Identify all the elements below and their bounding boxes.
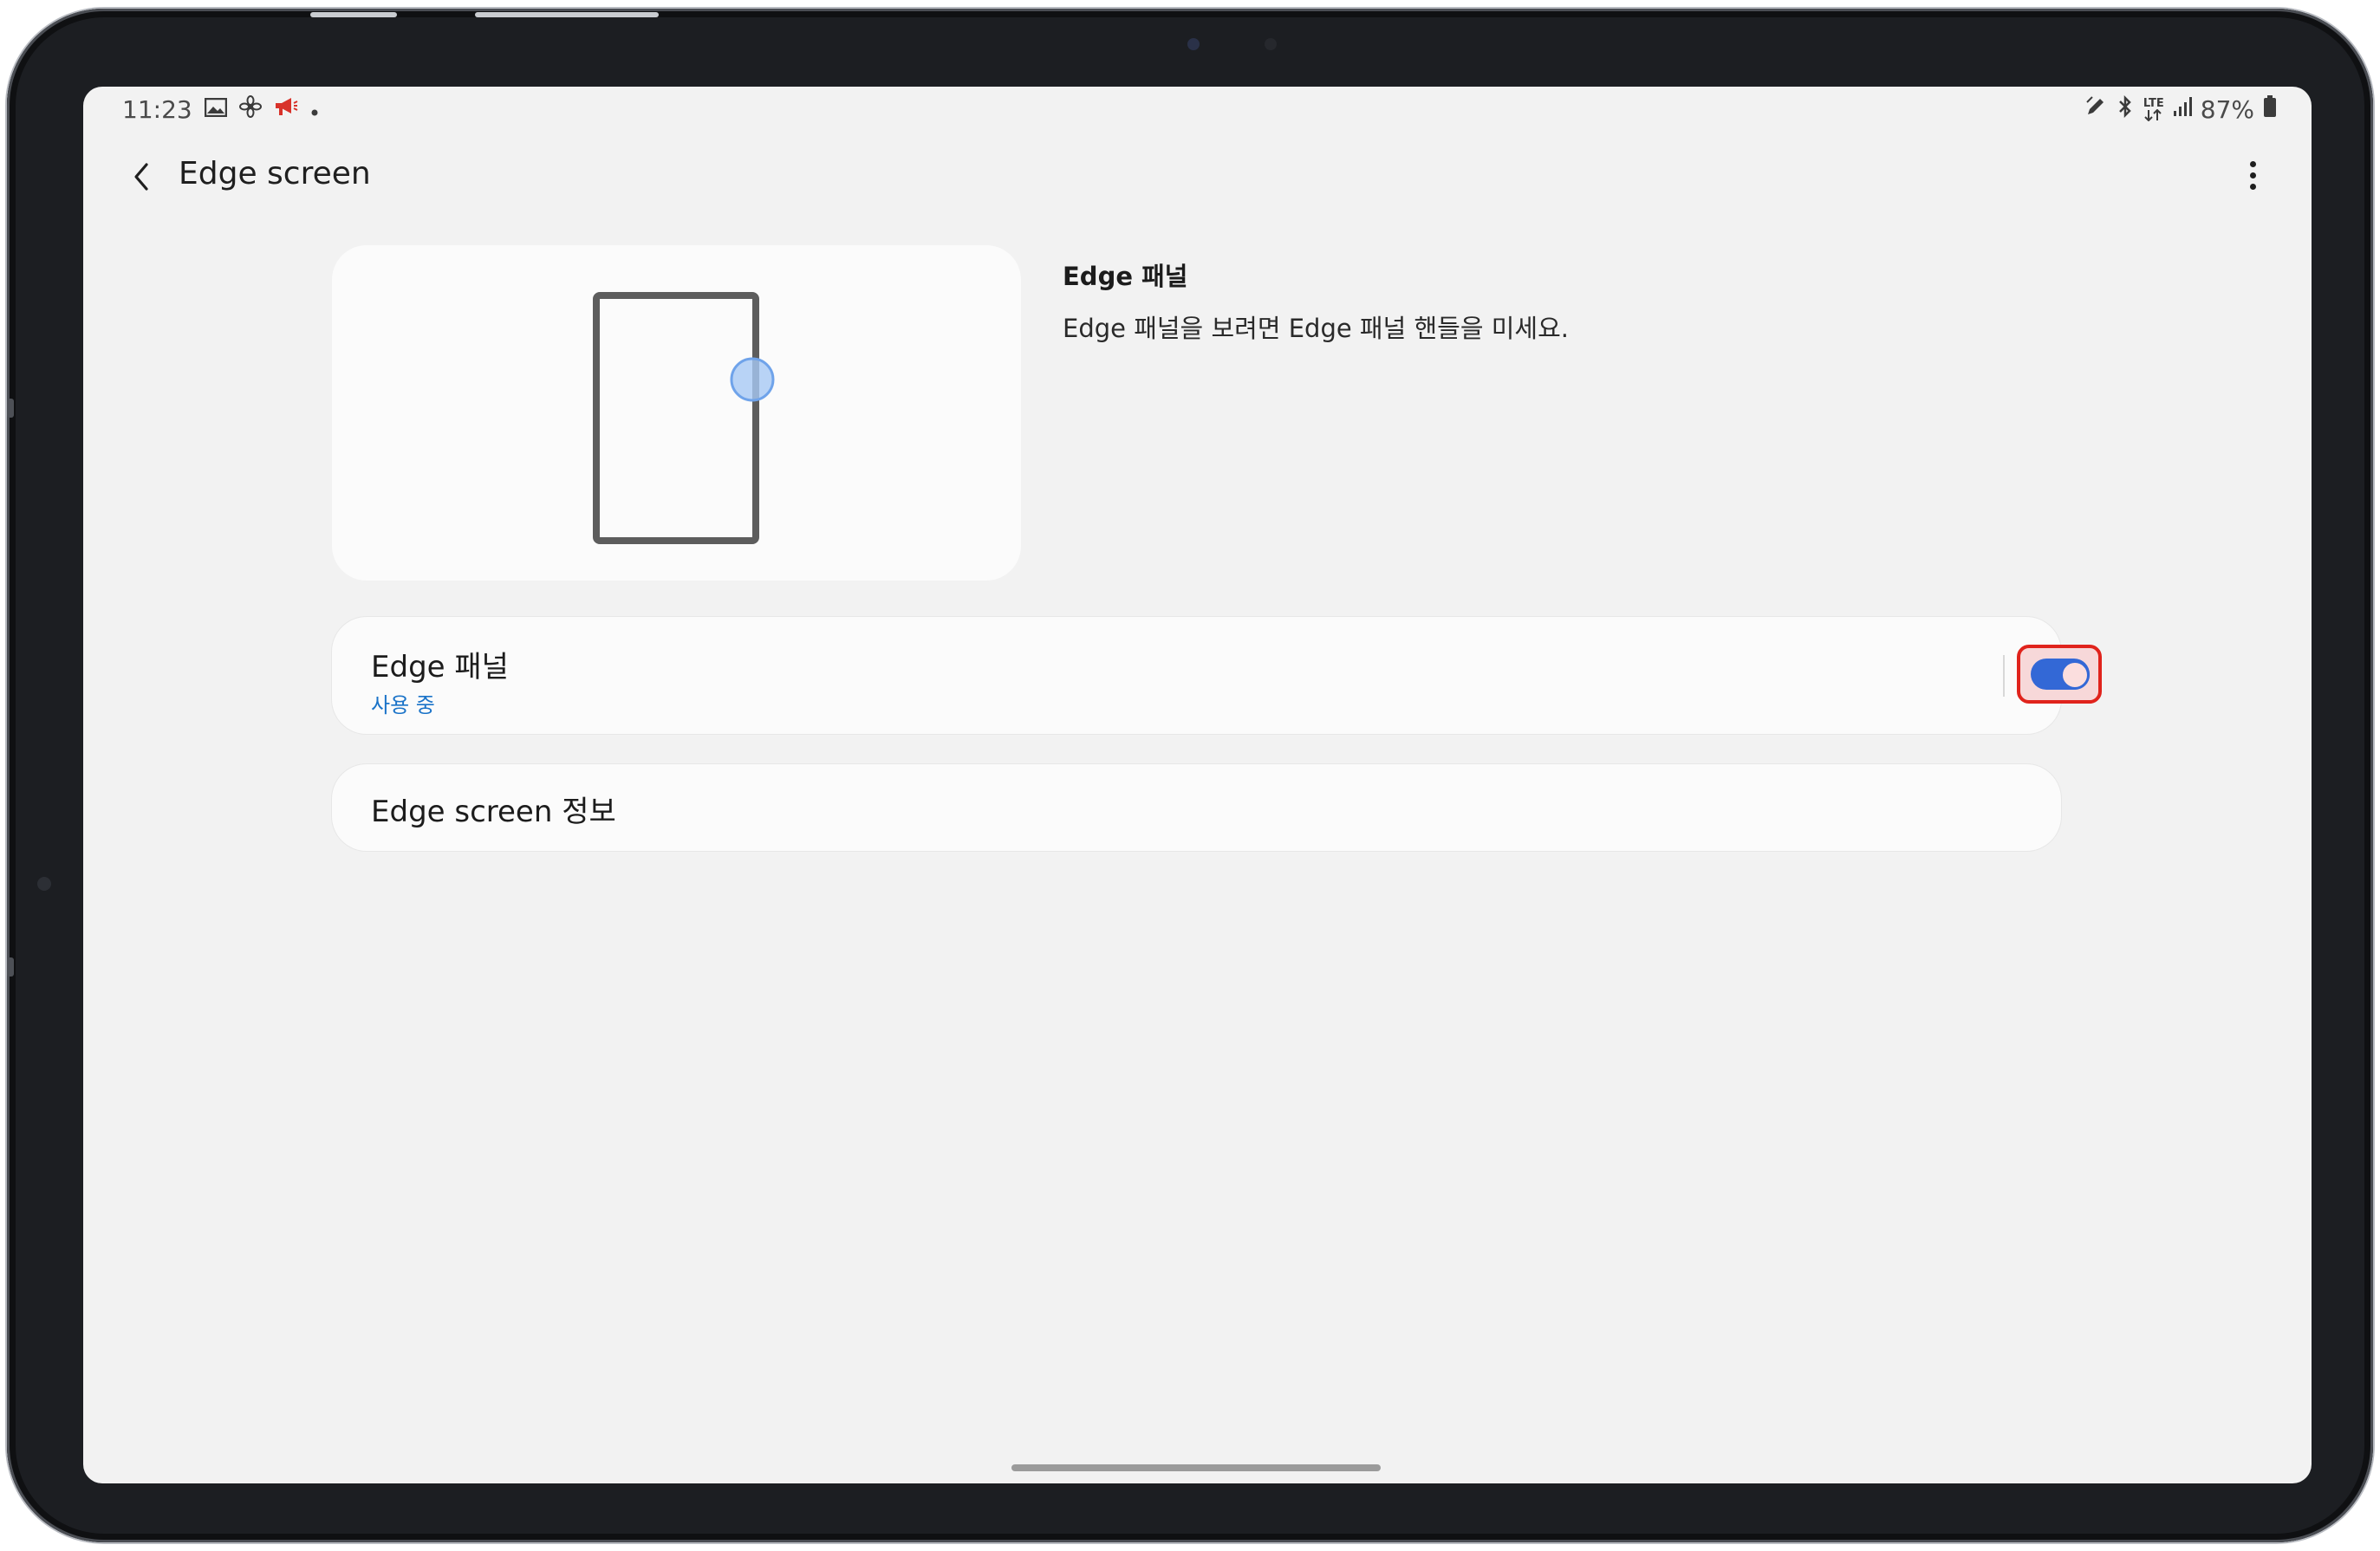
page-title: Edge screen [179, 156, 371, 191]
edge-panel-description: Edge 패널 Edge 패널을 보려면 Edge 패널 핸들을 미세요. [1063, 256, 1569, 345]
divider [2003, 655, 2005, 697]
home-indicator[interactable] [1011, 1464, 1381, 1471]
lte-label: LTE [2143, 97, 2164, 110]
screen: 11:23 LTE 87% Edge screen Edge 패널 Edge 패… [83, 87, 2312, 1483]
battery-percent: 87% [2200, 95, 2254, 124]
fan-icon [238, 95, 262, 124]
side-notch [7, 957, 14, 977]
pen-icon [2084, 95, 2107, 124]
power-button [310, 12, 397, 17]
edge-handle [730, 357, 775, 402]
signal-icon [2173, 96, 2192, 123]
lte-icon: LTE [2143, 98, 2164, 121]
toggle-knob [2060, 660, 2090, 690]
megaphone-icon [274, 95, 298, 124]
status-bar: 11:23 LTE 87% [83, 87, 2312, 132]
edge-screen-info-row[interactable]: Edge screen 정보 [332, 764, 2061, 851]
side-sensor [37, 877, 51, 891]
edge-panel-toggle[interactable] [2031, 659, 2090, 690]
edge-panel-toggle-highlight [2017, 645, 2102, 704]
tablet-frame: 11:23 LTE 87% Edge screen Edge 패널 Edge 패… [7, 9, 2373, 1542]
sensor [1265, 38, 1277, 50]
description-heading: Edge 패널 [1063, 262, 1188, 291]
volume-button [475, 12, 659, 17]
app-bar: Edge screen [83, 146, 2312, 206]
dot-icon [310, 97, 319, 123]
chevron-left-icon [134, 163, 148, 191]
side-notch [7, 399, 14, 418]
edge-panel-label: Edge 패널 [371, 650, 509, 685]
back-button[interactable] [118, 153, 166, 201]
tablet-outline [593, 292, 759, 544]
edge-panel-preview [332, 245, 1021, 581]
tablet-illustration [593, 292, 775, 544]
battery-icon [2263, 95, 2277, 124]
edge-panel-setting-row[interactable]: Edge 패널 사용 중 [332, 617, 2102, 734]
gallery-icon [204, 97, 227, 123]
more-options-button[interactable] [2228, 151, 2277, 199]
description-text: Edge 패널을 보려면 Edge 패널 핸들을 미세요. [1063, 314, 1570, 343]
bluetooth-icon [2116, 94, 2135, 124]
more-vert-icon [2249, 160, 2256, 167]
edge-screen-info-label: Edge screen 정보 [371, 795, 616, 829]
front-camera [1187, 38, 1200, 50]
clock: 11:23 [122, 95, 192, 124]
edge-panel-status: 사용 중 [371, 693, 435, 717]
